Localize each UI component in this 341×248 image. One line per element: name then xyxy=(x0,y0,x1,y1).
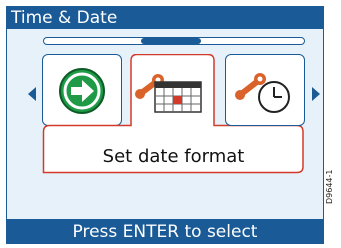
footer-instruction: Press ENTER to select xyxy=(7,219,323,243)
scroll-right-icon[interactable] xyxy=(312,87,320,101)
figure-code: D9644-1 xyxy=(325,169,334,205)
screen-title: Time & Date xyxy=(7,7,323,29)
menu-item-time[interactable] xyxy=(225,54,305,126)
scroll-thumb[interactable] xyxy=(141,38,201,44)
selected-item-label: Set date format xyxy=(102,146,245,167)
scroll-left-icon[interactable] xyxy=(28,87,36,101)
wrench-clock-icon xyxy=(235,73,290,113)
device-screen: Time & Date Set date format Press ENTER … xyxy=(6,6,324,244)
